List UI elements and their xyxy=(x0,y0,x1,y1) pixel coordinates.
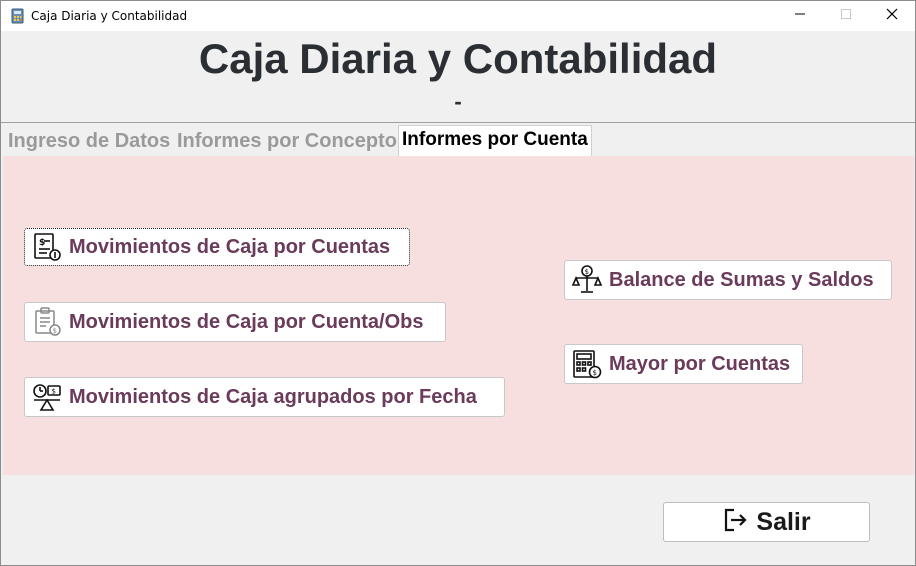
app-window: Caja Diaria y Contabilidad Caja Diaria y… xyxy=(0,0,916,566)
title-bar: Caja Diaria y Contabilidad xyxy=(1,1,915,31)
balance-sumas-saldos-button[interactable]: $ Balance de Sumas y Saldos xyxy=(564,260,892,300)
svg-text:$: $ xyxy=(593,369,597,377)
mayor-por-cuentas-label: Mayor por Cuentas xyxy=(609,352,791,375)
minimize-button[interactable] xyxy=(777,1,823,31)
tab-strip: Ingreso de Datos Informes por Concepto I… xyxy=(1,124,915,156)
maximize-button[interactable] xyxy=(823,1,869,31)
svg-text:$: $ xyxy=(585,268,589,276)
svg-text:$: $ xyxy=(39,238,45,248)
movimientos-agrupados-por-fecha-button[interactable]: $ Movimientos de Caja agrupados por Fech… xyxy=(24,377,505,417)
mayor-por-cuentas-button[interactable]: $ Mayor por Cuentas xyxy=(564,344,803,384)
movimientos-por-cuentas-label: Movimientos de Caja por Cuentas xyxy=(69,235,391,258)
window-title: Caja Diaria y Contabilidad xyxy=(31,9,188,23)
tab-ingreso-de-datos[interactable]: Ingreso de Datos xyxy=(5,128,173,154)
salir-label: Salir xyxy=(756,507,811,536)
page-subtitle: - xyxy=(454,89,462,114)
clock-scale-icon: $ xyxy=(31,381,63,413)
movimientos-por-cuenta-obs-button[interactable]: $ Movimientos de Caja por Cuenta/Obs xyxy=(24,302,446,342)
movimientos-por-cuenta-obs-label: Movimientos de Caja por Cuenta/Obs xyxy=(69,310,424,333)
close-icon xyxy=(886,7,898,25)
header: Caja Diaria y Contabilidad - xyxy=(1,31,915,123)
movimientos-por-cuentas-button[interactable]: $ Movimientos de Caja por Cuentas xyxy=(24,228,410,266)
tab-informes-por-concepto[interactable]: Informes por Concepto xyxy=(174,128,400,154)
page-title: Caja Diaria y Contabilidad xyxy=(198,35,718,82)
scale-dollar-icon: $ xyxy=(571,264,603,296)
tab-informes-por-cuenta[interactable]: Informes por Cuenta xyxy=(398,125,592,156)
svg-text:$: $ xyxy=(52,388,56,396)
exit-icon xyxy=(722,507,748,538)
balance-sumas-saldos-label: Balance de Sumas y Saldos xyxy=(609,268,874,291)
svg-text:$: $ xyxy=(53,327,57,335)
document-money-icon: $ xyxy=(31,231,63,263)
close-button[interactable] xyxy=(869,1,915,31)
calculator-dollar-icon: $ xyxy=(571,348,603,380)
salir-button[interactable]: Salir xyxy=(663,502,870,542)
maximize-icon xyxy=(840,7,852,25)
calculator-icon xyxy=(10,8,26,24)
clipboard-coin-icon: $ xyxy=(31,306,63,338)
movimientos-agrupados-por-fecha-label: Movimientos de Caja agrupados por Fecha xyxy=(69,385,477,408)
minimize-icon xyxy=(794,7,806,25)
